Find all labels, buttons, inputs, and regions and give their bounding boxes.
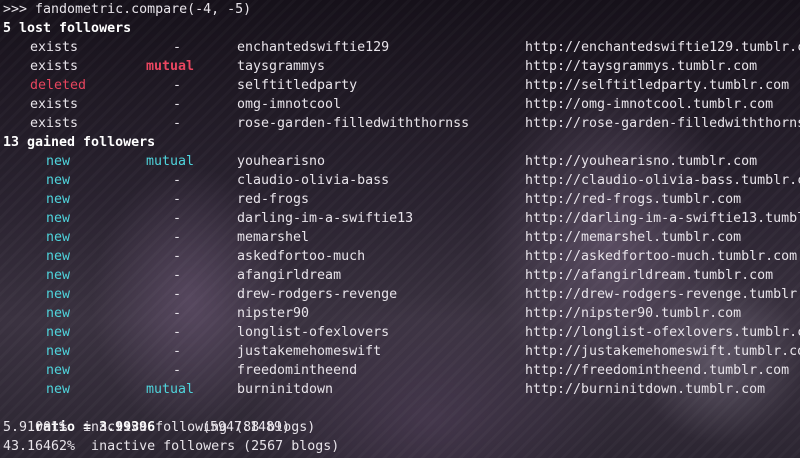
follower-status: new [46,268,71,283]
gained-follower-row: new - darling-im-a-swiftie13 http://darling… [3,209,800,228]
relation-dash: - [173,249,182,264]
gained-followers-list: new mutual youhearisno http://youhearisno.t… [3,152,800,399]
follower-status: new [46,325,71,340]
gained-follower-row: new - claudio-olivia-bass http://claudio-ol… [3,171,800,190]
follower-username: afangirldream [237,268,342,283]
lost-followers-list: exists - enchantedswiftie129 http://enchant… [3,38,800,133]
follower-username: askedfortoo-much [237,249,366,264]
relation-dash: - [173,173,182,188]
follower-status: new [46,287,71,302]
command-prompt: >>> fandometric.compare(-4, -5) [3,2,252,17]
gained-follower-row: new - nipster90 http://nipster90.tumblr.com [3,304,800,323]
relation-dash: - [173,363,182,378]
relation-dash: - [173,344,182,359]
mutual-badge: mutual [146,382,195,397]
follower-url[interactable]: http://omg-imnotcool.tumblr.com [525,95,773,114]
follower-status: new [46,249,71,264]
follower-url[interactable]: http://enchantedswiftie129.tumblr.com [525,38,800,57]
lost-follower-row: exists - omg-imnotcool http://omg-imnotcool… [3,95,800,114]
lost-follower-row: exists mutual taysgrammys http://taysgrammy… [3,57,800,76]
follower-username: selftitledparty [237,78,358,93]
relation-dash: - [173,230,182,245]
follower-url[interactable]: http://memarshel.tumblr.com [525,228,741,247]
lost-follower-row: exists - enchantedswiftie129 http://enchant… [3,38,800,57]
relation-dash: - [173,287,182,302]
follower-status: new [46,192,71,207]
follower-status: new [46,306,71,321]
gained-follower-row: new - memarshel http://memarshel.tumblr.com [3,228,800,247]
relation-dash: - [173,325,182,340]
follower-username: taysgrammys [237,59,326,74]
relation-dash: - [173,40,182,55]
follower-username: drew-rodgers-revenge [237,287,398,302]
follower-username: enchantedswiftie129 [237,40,390,55]
follower-status: exists [30,40,79,55]
gained-follower-row: new - afangirldream http://afangirldream.tu… [3,266,800,285]
follower-username: darling-im-a-swiftie13 [237,211,414,226]
gained-follower-row: new - longlist-ofexlovers http://longlist-o… [3,323,800,342]
follower-username: justakemehomeswift [237,344,382,359]
gained-follower-row: new mutual youhearisno http://youhearisno.t… [3,152,800,171]
relation-dash: - [173,306,182,321]
follower-url[interactable]: http://justakemehomeswift.tumblr.com [525,342,800,361]
follower-username: memarshel [237,230,310,245]
gained-follower-row: new - drew-rodgers-revenge http://drew-rodg… [3,285,800,304]
terminal-output[interactable]: >>> fandometric.compare(-4, -5) 5 lost f… [3,0,800,458]
follower-username: red-frogs [237,192,310,207]
follower-url[interactable]: http://red-frogs.tumblr.com [525,190,741,209]
follower-url[interactable]: http://rose-garden-filledwiththornss.tum… [525,114,800,133]
gained-follower-row: new mutual burninitdown http://burninitdown… [3,380,800,399]
follower-status: new [46,173,71,188]
follower-status: exists [30,97,79,112]
follower-status: exists [30,59,79,74]
follower-url[interactable]: http://burninitdown.tumblr.com [525,380,765,399]
lost-follower-row: deleted - selftitledparty http://selftitled… [3,76,800,95]
gained-followers-header: 13 gained followers [3,135,156,150]
follower-username: nipster90 [237,306,310,321]
follower-username: omg-imnotcool [237,97,342,112]
follower-url[interactable]: http://claudio-olivia-bass.tumblr.com [525,171,800,190]
gained-follower-row: new - red-frogs http://red-frogs.tumblr.com [3,190,800,209]
follower-username: longlist-ofexlovers [237,325,390,340]
ratio-line: ratio = 3.99396 (5947:1489) [3,399,800,435]
relation-dash: - [173,192,182,207]
follower-status: new [46,382,71,397]
mutual-badge: mutual [146,154,195,169]
mutual-badge: mutual [146,59,195,74]
relation-dash: - [173,78,182,93]
follower-url[interactable]: http://freedomintheend.tumblr.com [525,361,789,380]
follower-username: rose-garden-filledwiththornss [237,116,470,131]
follower-status: deleted [30,78,87,93]
lost-follower-row: exists - rose-garden-filledwiththornss http… [3,114,800,133]
gained-follower-row: new - justakemehomeswift http://justakemeho… [3,342,800,361]
follower-status: exists [30,116,79,131]
follower-url[interactable]: http://taysgrammys.tumblr.com [525,57,757,76]
follower-url[interactable]: http://nipster90.tumblr.com [525,304,741,323]
relation-dash: - [173,97,182,112]
relation-dash: - [173,211,182,226]
follower-status: new [46,154,71,169]
follower-url[interactable]: http://longlist-ofexlovers.tumblr.com [525,323,800,342]
follower-username: youhearisno [237,154,326,169]
follower-username: claudio-olivia-bass [237,173,390,188]
inactive-following-line: 5.91001% inactive following (88 blogs) [3,420,316,435]
follower-url[interactable]: http://selftitledparty.tumblr.com [525,76,789,95]
follower-username: burninitdown [237,382,334,397]
follower-url[interactable]: http://afangirldream.tumblr.com [525,266,773,285]
follower-url[interactable]: http://youhearisno.tumblr.com [525,152,757,171]
inactive-followers-line: 43.16462% inactive followers (2567 blogs… [3,439,340,454]
follower-url[interactable]: http://darling-im-a-swiftie13.tumblr.com [525,209,800,228]
follower-status: new [46,363,71,378]
follower-url[interactable]: http://askedfortoo-much.tumblr.com [525,247,797,266]
relation-dash: - [173,268,182,283]
follower-url[interactable]: http://drew-rodgers-revenge.tumblr.com [525,285,800,304]
follower-username: freedomintheend [237,363,358,378]
gained-follower-row: new - askedfortoo-much http://askedfortoo-m… [3,247,800,266]
follower-status: new [46,344,71,359]
follower-status: new [46,211,71,226]
lost-followers-header: 5 lost followers [3,21,132,36]
gained-follower-row: new - freedomintheend http://freedomintheen… [3,361,800,380]
follower-status: new [46,230,71,245]
relation-dash: - [173,116,182,131]
